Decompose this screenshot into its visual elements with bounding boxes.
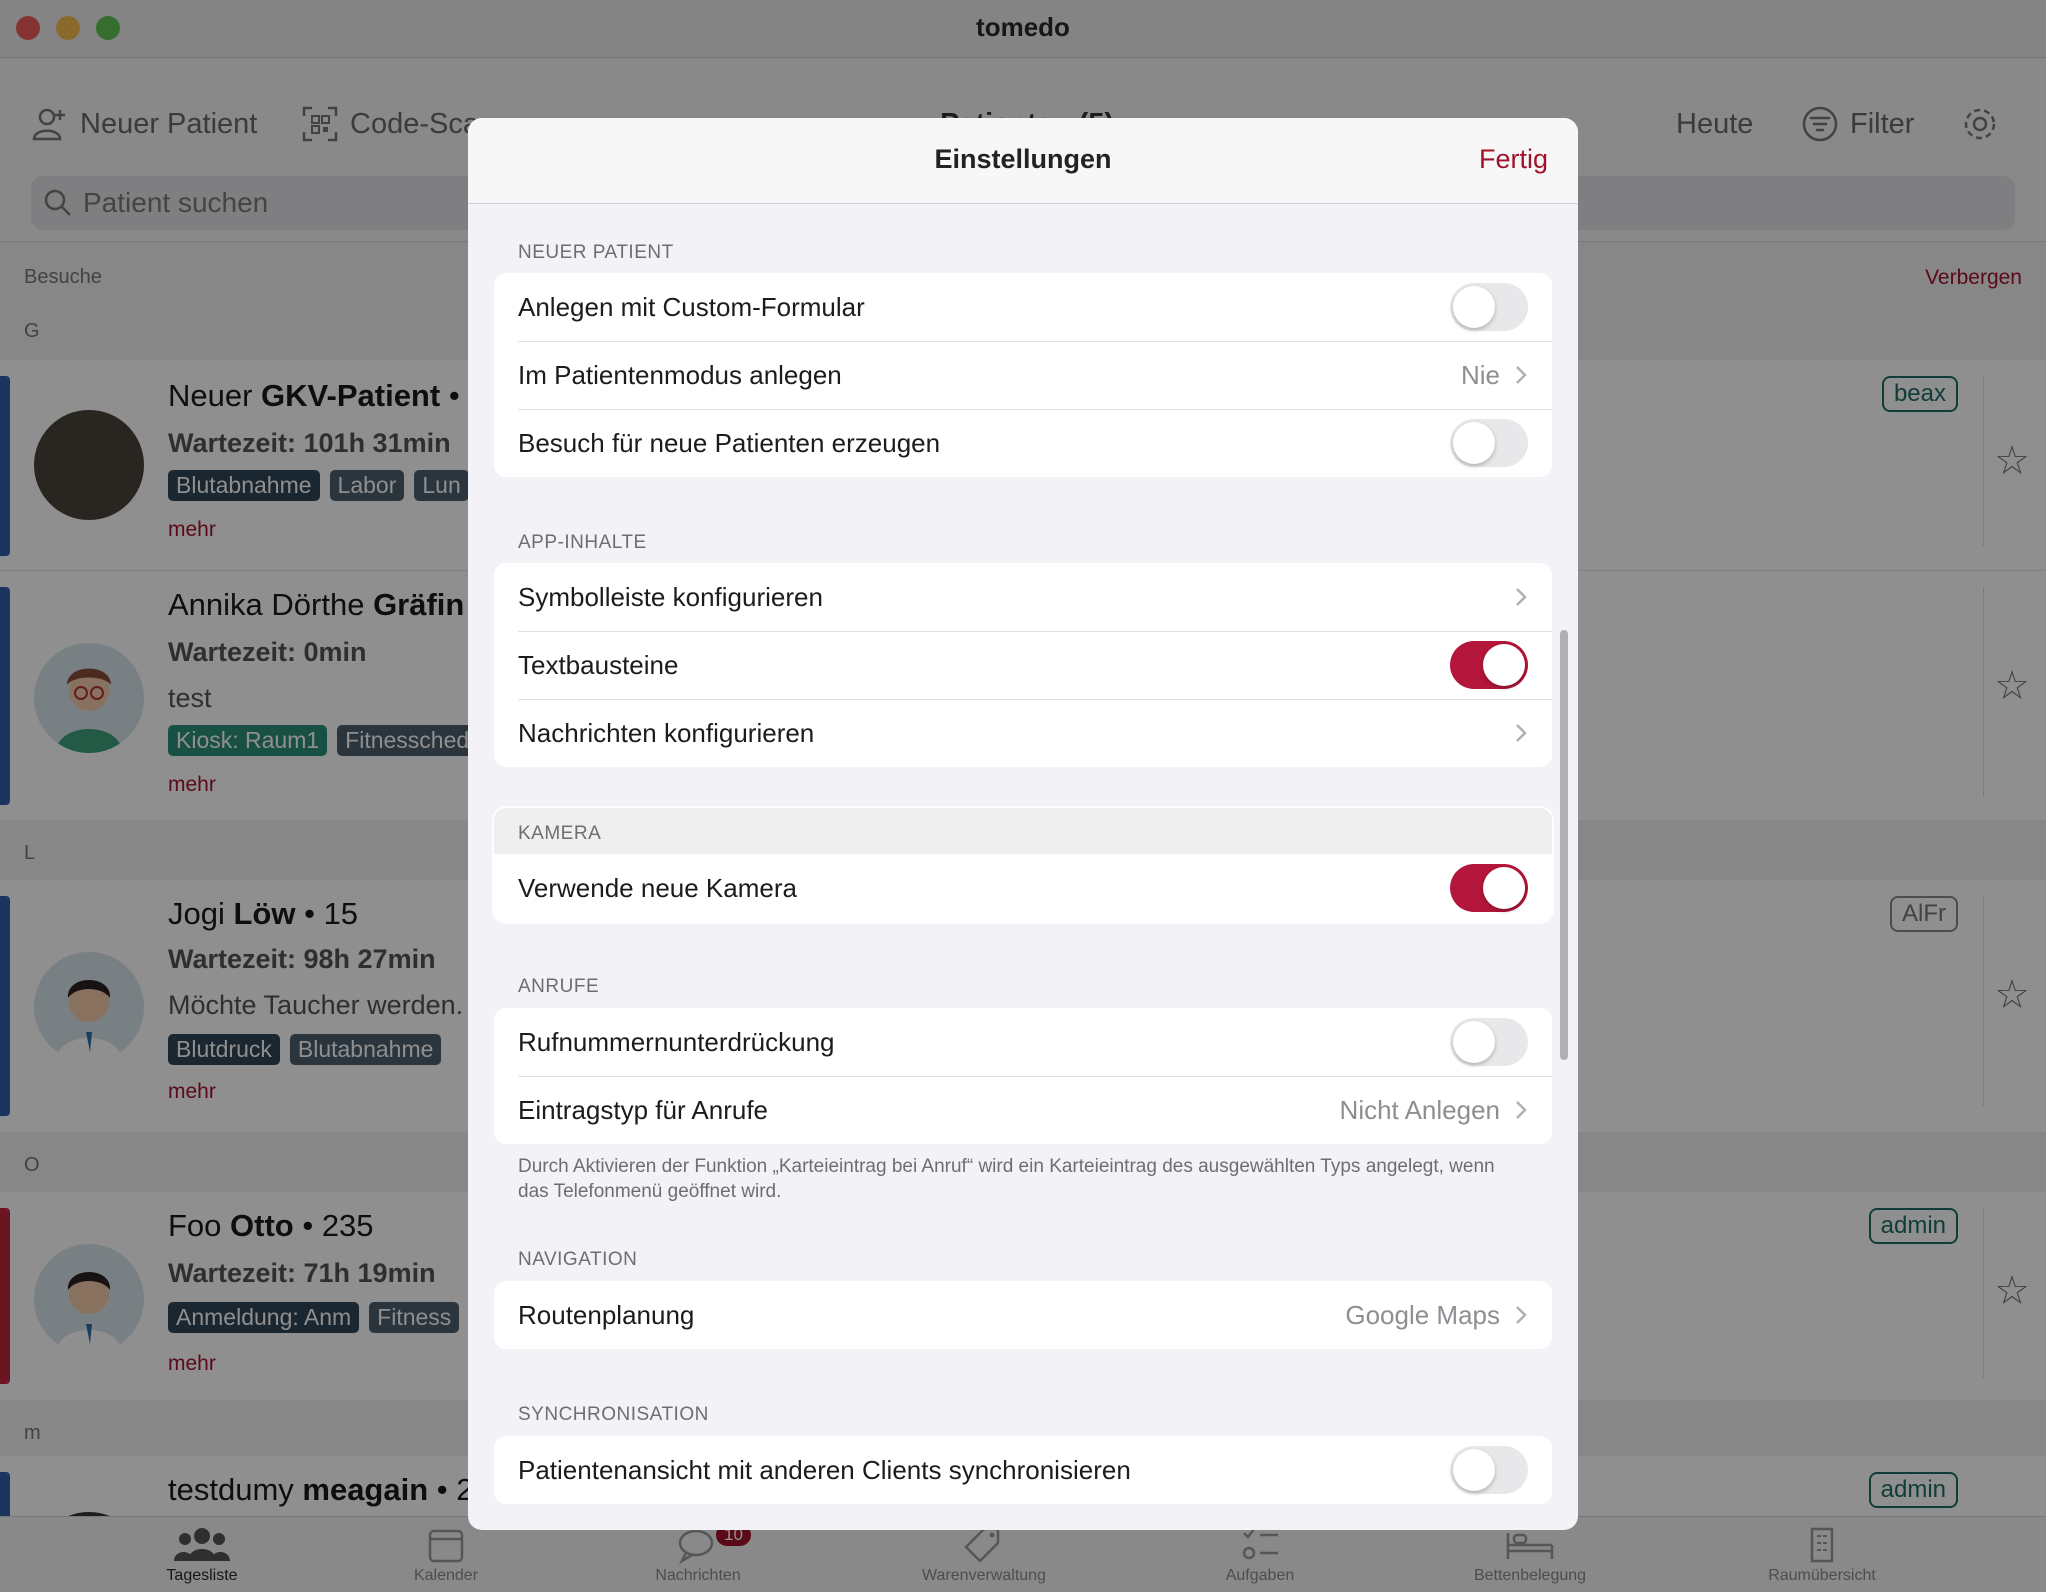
setting-label: Patientenansicht mit anderen Clients syn…: [518, 1454, 1131, 1485]
chevron-right-icon: [1516, 1101, 1527, 1119]
setting-label: Besuch für neue Patienten erzeugen: [518, 427, 941, 458]
section-label-sync: SYNCHRONISATION: [518, 1404, 709, 1425]
setting-label: Anlegen mit Custom-Formular: [518, 291, 865, 322]
sheet-title: Einstellungen: [934, 144, 1112, 174]
setting-label: Nachrichten konfigurieren: [518, 717, 815, 748]
scroll-indicator[interactable]: [1560, 630, 1568, 1060]
chevron-right-icon: [1516, 588, 1527, 606]
setting-label: Eintragstyp für Anrufe: [518, 1094, 769, 1125]
setting-value: Nicht Anlegen: [1339, 1094, 1500, 1125]
new-camera-toggle[interactable]: [1450, 864, 1528, 912]
text-modules-toggle[interactable]: [1450, 641, 1528, 689]
setting-value: Nie: [1460, 359, 1500, 390]
done-button[interactable]: Fertig: [1479, 144, 1548, 175]
setting-sync-clients[interactable]: Patientenansicht mit anderen Clients syn…: [494, 1436, 1552, 1504]
calls-footnote: Durch Aktivieren der Funktion „Karteiein…: [518, 1156, 1495, 1202]
settings-group-navigation: Routenplanung Google Maps: [494, 1281, 1552, 1349]
setting-custom-form[interactable]: Anlegen mit Custom-Formular: [494, 273, 1552, 341]
setting-label: Symbolleiste konfigurieren: [518, 581, 823, 612]
settings-group-camera: KAMERA Verwende neue Kamera: [494, 808, 1552, 922]
setting-new-camera[interactable]: Verwende neue Kamera: [494, 854, 1552, 922]
sheet-header: Einstellungen Fertig: [468, 118, 1578, 204]
section-label-calls: ANRUFE: [518, 976, 600, 997]
custom-form-toggle[interactable]: [1450, 283, 1528, 331]
settings-group-sync: Patientenansicht mit anderen Clients syn…: [494, 1436, 1552, 1504]
number-suppression-toggle[interactable]: [1450, 1018, 1528, 1066]
setting-number-suppression[interactable]: Rufnummernunterdrückung: [494, 1008, 1552, 1076]
settings-group-app-content: Symbolleiste konfigurieren Textbausteine…: [494, 563, 1552, 767]
setting-toolbar-config[interactable]: Symbolleiste konfigurieren: [494, 563, 1552, 631]
setting-route-planning[interactable]: Routenplanung Google Maps: [494, 1281, 1552, 1349]
chevron-right-icon: [1516, 724, 1527, 742]
create-visit-toggle[interactable]: [1450, 419, 1528, 467]
settings-sheet: Einstellungen Fertig NEUER PATIENT Anleg…: [468, 118, 1578, 1530]
setting-label: Textbausteine: [518, 649, 679, 680]
chevron-right-icon: [1516, 1306, 1527, 1324]
setting-label: Routenplanung: [518, 1299, 695, 1330]
settings-group-calls: Rufnummernunterdrückung Eintragstyp für …: [494, 1008, 1552, 1144]
setting-create-visit[interactable]: Besuch für neue Patienten erzeugen: [494, 409, 1552, 477]
chevron-right-icon: [1516, 366, 1527, 384]
section-label-app-content: APP-INHALTE: [518, 532, 647, 553]
setting-call-entry-type[interactable]: Eintragstyp für Anrufe Nicht Anlegen: [494, 1076, 1552, 1144]
section-label-new-patient: NEUER PATIENT: [518, 242, 674, 263]
setting-messages-config[interactable]: Nachrichten konfigurieren: [494, 699, 1552, 767]
setting-patient-mode[interactable]: Im Patientenmodus anlegen Nie: [494, 341, 1552, 409]
setting-label: Im Patientenmodus anlegen: [518, 359, 842, 390]
sync-clients-toggle[interactable]: [1450, 1446, 1528, 1494]
section-label-camera: KAMERA: [494, 808, 1552, 854]
section-label-navigation: NAVIGATION: [518, 1249, 638, 1270]
settings-group-new-patient: Anlegen mit Custom-Formular Im Patienten…: [494, 273, 1552, 477]
setting-label: Verwende neue Kamera: [518, 872, 797, 903]
setting-label: Rufnummernunterdrückung: [518, 1026, 835, 1057]
setting-value: Google Maps: [1345, 1299, 1500, 1330]
setting-text-modules[interactable]: Textbausteine: [494, 631, 1552, 699]
